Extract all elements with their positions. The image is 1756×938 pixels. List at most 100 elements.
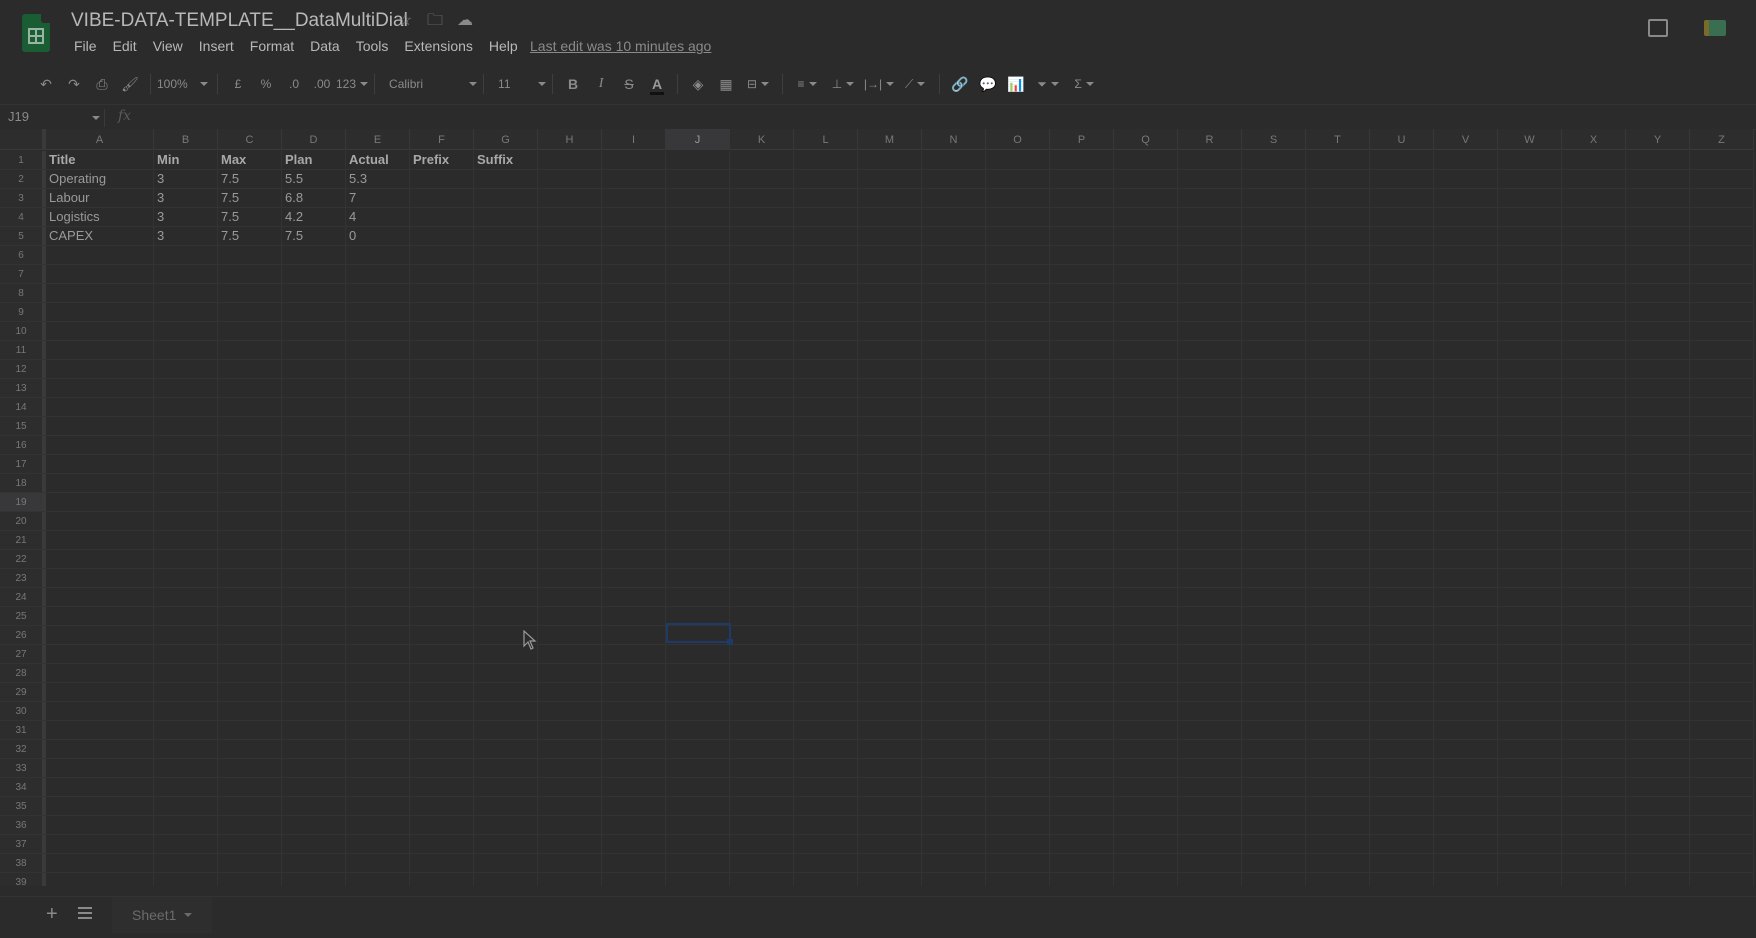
row-header[interactable]: 5 — [0, 227, 46, 245]
cell-y9[interactable] — [1626, 303, 1690, 321]
row-header[interactable]: 29 — [0, 683, 46, 701]
cell-l20[interactable] — [794, 512, 858, 530]
cell-k39[interactable] — [730, 873, 794, 886]
cell-u6[interactable] — [1370, 246, 1434, 264]
cell-c14[interactable] — [218, 398, 282, 416]
cell-e29[interactable] — [346, 683, 410, 701]
cell-p17[interactable] — [1050, 455, 1114, 473]
cell-p18[interactable] — [1050, 474, 1114, 492]
cell-t25[interactable] — [1306, 607, 1370, 625]
cell-q23[interactable] — [1114, 569, 1178, 587]
cell-d18[interactable] — [282, 474, 346, 492]
row-header[interactable]: 23 — [0, 569, 46, 587]
cell-r10[interactable] — [1178, 322, 1242, 340]
cell-t13[interactable] — [1306, 379, 1370, 397]
insert-link-icon[interactable]: 🔗 — [946, 72, 974, 96]
cell-z33[interactable] — [1690, 759, 1754, 777]
cell-h25[interactable] — [538, 607, 602, 625]
cell-i31[interactable] — [602, 721, 666, 739]
cell-e5[interactable]: 0 — [346, 227, 410, 245]
cell-e16[interactable] — [346, 436, 410, 454]
cell-b14[interactable] — [154, 398, 218, 416]
cell-q33[interactable] — [1114, 759, 1178, 777]
cell-c22[interactable] — [218, 550, 282, 568]
column-header-j[interactable]: J — [666, 129, 730, 150]
cell-o34[interactable] — [986, 778, 1050, 796]
cell-a1[interactable]: Title — [46, 151, 154, 169]
cell-u20[interactable] — [1370, 512, 1434, 530]
cell-u38[interactable] — [1370, 854, 1434, 872]
row-header[interactable]: 11 — [0, 341, 46, 359]
cell-k6[interactable] — [730, 246, 794, 264]
cell-b8[interactable] — [154, 284, 218, 302]
row-header[interactable]: 7 — [0, 265, 46, 283]
cell-e35[interactable] — [346, 797, 410, 815]
cell-b36[interactable] — [154, 816, 218, 834]
percent-format-button[interactable]: % — [252, 72, 280, 96]
cell-f13[interactable] — [410, 379, 474, 397]
cell-g39[interactable] — [474, 873, 538, 886]
cell-k31[interactable] — [730, 721, 794, 739]
cell-j20[interactable] — [666, 512, 730, 530]
cell-k26[interactable] — [730, 626, 794, 644]
cell-a29[interactable] — [46, 683, 154, 701]
cell-k34[interactable] — [730, 778, 794, 796]
cell-y37[interactable] — [1626, 835, 1690, 853]
cell-g7[interactable] — [474, 265, 538, 283]
cell-j30[interactable] — [666, 702, 730, 720]
cell-d7[interactable] — [282, 265, 346, 283]
row-header[interactable]: 9 — [0, 303, 46, 321]
cell-t8[interactable] — [1306, 284, 1370, 302]
cell-n2[interactable] — [922, 170, 986, 188]
cell-s19[interactable] — [1242, 493, 1306, 511]
cell-e22[interactable] — [346, 550, 410, 568]
cell-a37[interactable] — [46, 835, 154, 853]
decrease-decimal-button[interactable]: .0 — [280, 72, 308, 96]
cell-s1[interactable] — [1242, 151, 1306, 169]
cell-l16[interactable] — [794, 436, 858, 454]
cell-o18[interactable] — [986, 474, 1050, 492]
cell-i39[interactable] — [602, 873, 666, 886]
cell-y20[interactable] — [1626, 512, 1690, 530]
cell-u24[interactable] — [1370, 588, 1434, 606]
cell-r3[interactable] — [1178, 189, 1242, 207]
cell-a36[interactable] — [46, 816, 154, 834]
cell-q25[interactable] — [1114, 607, 1178, 625]
cell-g16[interactable] — [474, 436, 538, 454]
cell-r18[interactable] — [1178, 474, 1242, 492]
cell-c36[interactable] — [218, 816, 282, 834]
cell-q5[interactable] — [1114, 227, 1178, 245]
cell-y5[interactable] — [1626, 227, 1690, 245]
cell-m25[interactable] — [858, 607, 922, 625]
cell-k38[interactable] — [730, 854, 794, 872]
cell-e38[interactable] — [346, 854, 410, 872]
cell-f28[interactable] — [410, 664, 474, 682]
row-header[interactable]: 15 — [0, 417, 46, 435]
cell-c26[interactable] — [218, 626, 282, 644]
cell-c10[interactable] — [218, 322, 282, 340]
cell-p23[interactable] — [1050, 569, 1114, 587]
cell-v28[interactable] — [1434, 664, 1498, 682]
cell-t23[interactable] — [1306, 569, 1370, 587]
cell-b7[interactable] — [154, 265, 218, 283]
cell-o27[interactable] — [986, 645, 1050, 663]
cell-j11[interactable] — [666, 341, 730, 359]
cell-i2[interactable] — [602, 170, 666, 188]
cell-n8[interactable] — [922, 284, 986, 302]
cell-p3[interactable] — [1050, 189, 1114, 207]
cell-k35[interactable] — [730, 797, 794, 815]
cell-y19[interactable] — [1626, 493, 1690, 511]
cell-k13[interactable] — [730, 379, 794, 397]
cell-w32[interactable] — [1498, 740, 1562, 758]
cell-s30[interactable] — [1242, 702, 1306, 720]
cell-a9[interactable] — [46, 303, 154, 321]
cell-s11[interactable] — [1242, 341, 1306, 359]
cell-b24[interactable] — [154, 588, 218, 606]
comment-history-icon[interactable] — [1648, 19, 1668, 37]
row-header[interactable]: 21 — [0, 531, 46, 549]
cell-t6[interactable] — [1306, 246, 1370, 264]
cell-d17[interactable] — [282, 455, 346, 473]
cell-w8[interactable] — [1498, 284, 1562, 302]
cell-g8[interactable] — [474, 284, 538, 302]
cell-a14[interactable] — [46, 398, 154, 416]
